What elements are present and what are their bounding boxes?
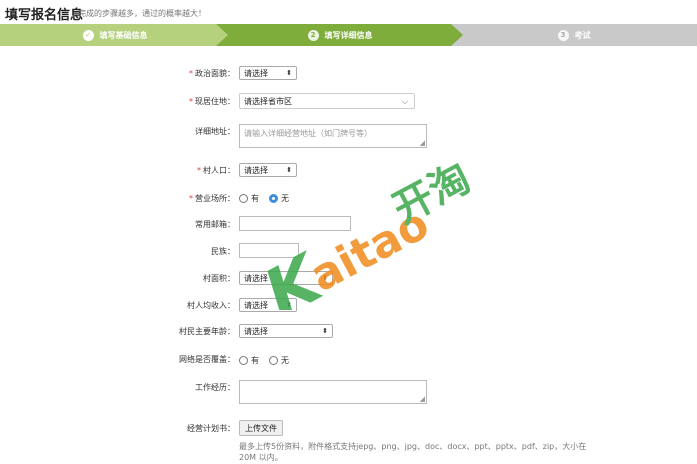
row-residence: * 现居住地： 请选择省市区 ⌵ [0, 93, 697, 109]
work-exp-label: 工作经历： [195, 383, 235, 392]
row-address: 详细地址： 请输入详细经营地址（如门牌号等） ◢ [0, 124, 697, 148]
updown-arrow-icon: ⬍ [286, 166, 292, 174]
business-place-no[interactable]: 无 [269, 193, 289, 204]
updown-arrow-icon: ⬍ [286, 69, 292, 77]
step-label: 考试 [574, 30, 591, 40]
per-capita-select[interactable]: 请选择 ⬍ [239, 298, 297, 312]
step-detail-info[interactable]: 2 填写详细信息 [216, 24, 464, 46]
political-select[interactable]: 请选择 ⬍ [239, 66, 297, 80]
radio-button[interactable] [269, 355, 278, 365]
network-label: 网络是否覆盖： [179, 355, 235, 364]
resize-grip-icon[interactable]: ◢ [420, 395, 425, 403]
network-no[interactable]: 无 [269, 355, 289, 366]
step-exam[interactable]: 3 考试 [451, 24, 697, 46]
step-label: 填写基础信息 [99, 30, 148, 40]
step-progress: ✓ 填写基础信息 2 填写详细信息 3 考试 [0, 24, 697, 46]
updown-arrow-icon: ⬍ [322, 274, 328, 282]
page-title: 填写报名信息 [5, 8, 84, 23]
required-mark: * [197, 166, 201, 175]
business-plan-label: 经营计划书： [187, 424, 235, 433]
residence-select[interactable]: 请选择省市区 ⌵ [239, 93, 415, 109]
email-label: 常用邮箱： [195, 220, 235, 229]
upload-hint: 最多上传5份资料，附件格式支持jepg、png、jpg、doc、docx、ppt… [239, 442, 587, 462]
village-pop-label: * 村人口： [197, 166, 235, 175]
business-place-label: * 营业场所： [189, 194, 235, 203]
number-icon: 2 [307, 29, 319, 41]
business-place-radios: 有 无 [239, 192, 299, 204]
row-main-age: 村民主要年龄： 请选择 ⬍ [0, 324, 697, 338]
detail-form: * 政治面貌： 请选择 ⬍ * 现居住地： 请选择省市区 ⌵ 详细地址： 请输入详细… [0, 46, 697, 464]
work-exp-textarea[interactable]: ◢ [239, 380, 427, 404]
ethnicity-field[interactable] [239, 243, 299, 258]
village-pop-select[interactable]: 请选择 ⬍ [239, 163, 297, 177]
row-village-pop: * 村人口： 请选择 ⬍ [0, 163, 697, 177]
row-work-exp: 工作经历： ◢ [0, 380, 697, 404]
address-textarea[interactable]: 请输入详细经营地址（如门牌号等） ◢ [239, 124, 427, 148]
updown-arrow-icon: ⬍ [286, 301, 292, 309]
radio-button[interactable] [239, 193, 248, 203]
page-subtitle: 完成的步骤越多，通过的概率越大！ [78, 9, 206, 18]
row-per-capita: 村人均收入： 请选择 ⬍ [0, 298, 697, 312]
radio-button-checked[interactable] [269, 193, 278, 203]
village-area-select[interactable]: 请选择 ⬍ [239, 271, 333, 285]
number-icon: 3 [557, 29, 569, 41]
village-area-label: 村面积： [203, 274, 235, 283]
required-mark: * [189, 69, 193, 78]
address-label: 详细地址： [195, 127, 235, 136]
header: 填写报名信息 完成的步骤越多，通过的概率越大！ [0, 0, 697, 24]
main-age-select[interactable]: 请选择 ⬍ [239, 324, 333, 338]
row-political: * 政治面貌： 请选择 ⬍ [0, 66, 697, 80]
per-capita-label: 村人均收入： [187, 301, 235, 310]
network-yes[interactable]: 有 [239, 355, 259, 366]
political-label: * 政治面貌： [189, 69, 235, 78]
ethnicity-label: 民族： [211, 247, 235, 256]
radio-button[interactable] [239, 355, 248, 365]
residence-label: * 现居住地： [189, 97, 235, 106]
required-mark: * [189, 97, 193, 106]
network-radios: 有 无 [239, 354, 299, 366]
required-mark: * [189, 194, 193, 203]
updown-arrow-icon: ⬍ [322, 327, 328, 335]
main-age-label: 村民主要年龄： [179, 327, 235, 336]
check-icon: ✓ [82, 29, 94, 41]
step-label: 填写详细信息 [324, 30, 373, 40]
email-field[interactable] [239, 216, 351, 231]
business-place-yes[interactable]: 有 [239, 193, 259, 204]
row-village-area: 村面积： 请选择 ⬍ [0, 271, 697, 285]
chevron-down-icon: ⌵ [401, 97, 408, 106]
step-basic-info[interactable]: ✓ 填写基础信息 [0, 24, 230, 46]
resize-grip-icon[interactable]: ◢ [420, 139, 425, 147]
upload-file-button[interactable]: 上传文件 [239, 420, 283, 436]
